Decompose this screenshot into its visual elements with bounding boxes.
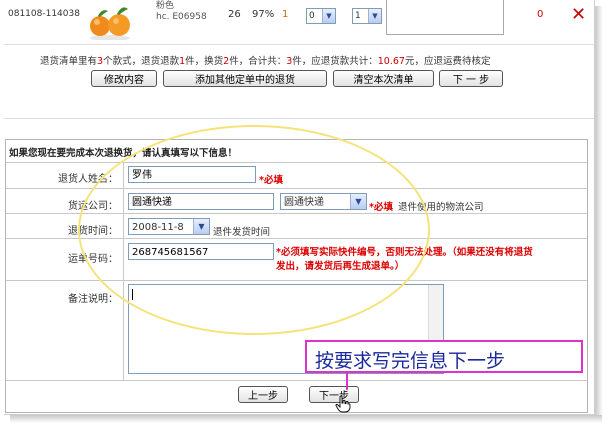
summary-text-6: 元，应退运费待核定	[404, 56, 491, 67]
callout-text: 按要求写完信息下一步	[315, 350, 506, 372]
carrier-required-mark: *必填	[369, 202, 393, 213]
summary-text-3: 件，换货	[185, 56, 224, 67]
row-divider	[6, 213, 587, 214]
row-divider	[6, 380, 587, 381]
next-step-top-button[interactable]: 下 一 步	[439, 70, 503, 87]
carrier-value: 圆通快递	[132, 197, 172, 208]
tracking-label: 运单号码：	[68, 254, 118, 265]
product-code: 081108-114038	[8, 9, 80, 19]
form-header-text: 如果您现在要完成本次退换货，请认真填写以下信息！	[9, 148, 238, 159]
product-name-line1: 粉色	[156, 1, 175, 11]
summary-text-2: 个款式，退货退款	[103, 56, 180, 67]
delete-item-button[interactable]: ✕	[571, 4, 586, 25]
tracking-warning-line2: 发出，请发货后再生成退单。）	[276, 261, 405, 272]
chevron-down-icon: ▼	[350, 194, 366, 209]
date-hint: 退件发货时间	[213, 227, 271, 238]
callout-pointer	[346, 372, 348, 390]
tracking-warning: *必须填写实际快件编号，否则无法处理。（如果还没有将退货 发出，请发货后再生成退…	[276, 246, 533, 274]
add-other-returns-button[interactable]: 添加其他定单中的退货	[163, 70, 327, 87]
column-divider	[123, 163, 124, 380]
section-divider	[4, 118, 594, 119]
product-percent: 97%	[252, 9, 275, 20]
item-note-textarea[interactable]	[386, 0, 504, 35]
product-amount: 0	[537, 9, 544, 20]
name-required-mark: *必填	[259, 175, 283, 186]
frame-shadow-right	[595, 6, 603, 418]
returner-name-input[interactable]: 罗伟	[128, 166, 256, 183]
carrier-select[interactable]: 圆通快递 ▼	[280, 193, 367, 210]
tracking-number-input[interactable]: 268745681567	[128, 243, 274, 260]
date-label: 退货时间：	[68, 226, 118, 237]
carrier-label: 货运公司：	[68, 201, 118, 212]
return-qty-select[interactable]: 0 ▼	[306, 8, 336, 24]
product-name: 粉色 hc. E06958	[156, 1, 207, 23]
carrier-input[interactable]: 圆通快递	[128, 193, 274, 210]
carrier-select-value: 圆通快递	[284, 197, 324, 208]
remarks-label: 备注说明：	[68, 294, 118, 305]
modify-button[interactable]: 修改内容	[91, 70, 157, 87]
carrier-hint: 退件使用的物流公司	[398, 202, 484, 213]
prev-step-button[interactable]: 上一步	[238, 386, 288, 403]
hand-cursor-icon	[335, 395, 351, 413]
instruction-callout: 按要求写完信息下一步	[305, 340, 583, 373]
tracking-warning-line1: *必须填写实际快件编号，否则无法处理。（如果还没有将退货	[276, 247, 533, 258]
product-name-line2: hc. E06958	[156, 12, 207, 22]
product-row: 081108-114038 粉色 hc. E06958 26 97% 1 0 ▼…	[4, 0, 594, 45]
summary-text-1: 退货清单里有	[40, 56, 98, 67]
return-qty-value: 0	[309, 11, 315, 21]
product-ordinal: 1	[282, 9, 289, 20]
chevron-down-icon: ▼	[368, 9, 381, 23]
frame-shadow-bottom	[10, 415, 602, 423]
chevron-down-icon: ▼	[193, 219, 209, 234]
row-divider	[6, 238, 587, 239]
row-divider	[6, 188, 587, 189]
return-date-value: 2008-11-8	[132, 222, 184, 233]
clear-list-button[interactable]: 清空本次清单	[333, 70, 434, 87]
return-summary: 退货清单里有3个款式，退货退款1件，换货2件，合计共：3件，应退货款共计：10.…	[40, 53, 490, 67]
returner-name-value: 罗伟	[132, 170, 152, 181]
summary-text-4: 件，合计共：	[229, 56, 287, 67]
product-quantity: 26	[228, 9, 241, 20]
chevron-down-icon: ▼	[322, 9, 335, 23]
name-label: 退货人姓名：	[58, 174, 118, 185]
text-caret	[132, 289, 133, 300]
form-header: 如果您现在要完成本次退换货，请认真填写以下信息！	[6, 140, 587, 163]
return-date-select[interactable]: 2008-11-8 ▼	[128, 218, 210, 235]
product-image	[90, 7, 130, 40]
exchange-qty-select[interactable]: 1 ▼	[352, 8, 382, 24]
exchange-qty-value: 1	[355, 11, 361, 21]
row-divider	[6, 280, 587, 281]
summary-amount: 10.67	[377, 56, 405, 67]
next-step-button[interactable]: 下一步	[309, 386, 359, 403]
summary-text-5: 件，应退货款共计：	[292, 56, 378, 67]
tracking-number-value: 268745681567	[132, 247, 209, 258]
